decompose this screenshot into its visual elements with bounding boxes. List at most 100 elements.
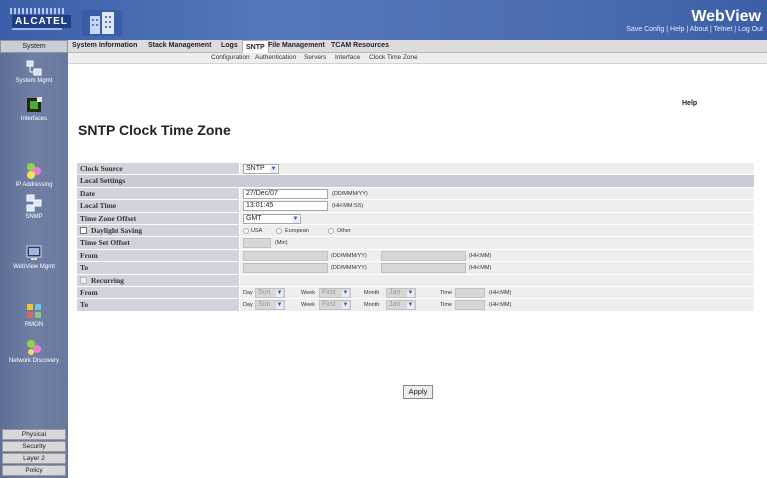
subtab-configuration[interactable]: Configuration [211, 54, 250, 61]
chevron-down-icon: ▼ [407, 289, 414, 297]
rec-to-week-value: First [322, 301, 336, 309]
rec-week-label: Week [301, 302, 315, 309]
help-link[interactable]: Help [682, 100, 697, 107]
rec-to-time-field[interactable] [455, 300, 485, 311]
chevron-down-icon: ▼ [342, 302, 349, 310]
sidebar-layer2[interactable]: Layer 2 [2, 453, 66, 464]
rec-to-day-select[interactable]: Sun ▼ [255, 300, 285, 311]
radio-european-label: European [285, 227, 309, 234]
rec-from-time-field[interactable] [455, 287, 485, 298]
rec-from-month-select[interactable]: Jan ▼ [386, 287, 416, 298]
tab-stack-management[interactable]: Stack Management [148, 42, 211, 49]
chevron-down-icon: ▼ [276, 289, 283, 297]
rec-from-day-value: Sun [258, 288, 271, 296]
save-config-link[interactable]: Save Config [626, 26, 664, 33]
subtab-authentication[interactable]: Authentication [255, 54, 296, 61]
rec-to-month-select[interactable]: Jan ▼ [386, 300, 416, 311]
subtab-interface[interactable]: Interface [335, 54, 360, 61]
tz-offset-select[interactable]: GMT ▼ [243, 213, 301, 224]
tab-file-management[interactable]: File Management [268, 42, 325, 49]
from-date-field[interactable] [243, 250, 328, 261]
local-time-field[interactable]: 13:01:45 [243, 201, 328, 212]
form-row-clock-source: Clock Source SNTP ▼ [77, 163, 754, 176]
form-row-daylight: Daylight Saving USA European Other [77, 224, 754, 238]
sidebar-security[interactable]: Security [2, 441, 66, 452]
subtab-servers[interactable]: Servers [304, 54, 326, 61]
rec-to-week-select[interactable]: First ▼ [319, 300, 351, 311]
sidebar-policy[interactable]: Policy [2, 465, 66, 476]
date-format-hint: (DD/MMM/YY) [332, 190, 368, 197]
rec-from-week-select[interactable]: First ▼ [319, 287, 351, 298]
form-row-to: To (DD/MMM/YY) (HH:MM) [77, 262, 754, 275]
sidebar-item-system-mgmt[interactable]: System Mgmt [0, 60, 68, 84]
from-time-field[interactable] [381, 250, 466, 261]
rec-from-week-value: First [322, 288, 336, 296]
form-row-time-set-offset: Time Set Offset (Min) [77, 237, 754, 250]
tab-sntp[interactable]: SNTP [242, 40, 269, 53]
logout-link[interactable]: Log Out [738, 26, 763, 33]
clock-source-select[interactable]: SNTP ▼ [243, 164, 279, 174]
daylight-checkbox[interactable] [80, 226, 87, 234]
recurring-label-text: Recurring [91, 275, 124, 285]
tab-tcam-resources[interactable]: TCAM Resources [331, 42, 389, 49]
sidebar-physical[interactable]: Physical [2, 429, 66, 440]
time-set-offset-field[interactable] [243, 238, 271, 249]
sidebar-item-webview-mgmt[interactable]: WebView Mgmt [0, 244, 68, 270]
radio-other-label: Other [337, 227, 351, 234]
sidebar-item-label: RMON [24, 322, 44, 328]
sidebar-item-label: SNMP [25, 214, 43, 220]
page-title: SNTP Clock Time Zone [78, 122, 231, 138]
date-label: Date [77, 187, 239, 200]
from-time-format: (HH:MM) [469, 252, 492, 259]
to-time-field[interactable] [381, 263, 466, 274]
sidebar-item-interfaces[interactable]: Interfaces [0, 96, 68, 122]
subtab-clock-time-zone[interactable]: Clock Time Zone [369, 54, 418, 61]
help-link-top[interactable]: Help [670, 26, 684, 33]
rec-week-label: Week [301, 289, 315, 296]
rec-month-label: Month [364, 289, 380, 296]
tz-offset-value: GMT [246, 214, 262, 222]
sidebar-system-tab[interactable]: System [0, 40, 68, 53]
tz-offset-label: Time Zone Offset [77, 212, 239, 224]
form-row-recurring-to: To Day Sun ▼ Week First ▼ Month Jan ▼ Time … [77, 299, 754, 312]
sidebar-item-snmp[interactable]: SNMP [0, 194, 68, 220]
webview-mgmt-icon [26, 245, 42, 260]
rec-from-month-value: Jan [389, 288, 401, 296]
rec-time-format: (HH:MM) [489, 289, 512, 296]
building-icon [82, 10, 122, 36]
radio-usa-label: USA [251, 227, 263, 234]
ip-addressing-icon [27, 163, 41, 179]
sidebar-item-network-discovery[interactable]: Network Discovery [0, 338, 68, 364]
telnet-link[interactable]: Telnet [714, 26, 733, 33]
brand-logo: ALCATEL [8, 8, 71, 30]
network-discovery-icon [27, 340, 41, 355]
rec-from-day-select[interactable]: Sun ▼ [255, 287, 285, 298]
date-field[interactable]: 27/Dec/07 [243, 188, 328, 199]
radio-usa[interactable] [243, 227, 249, 234]
recurring-checkbox[interactable] [80, 276, 87, 284]
sidebar-item-ip-addressing[interactable]: IP Addressing [0, 162, 68, 188]
form-row-date: Date 27/Dec/07 (DD/MMM/YY) [77, 187, 754, 201]
sidebar-item-label: WebView Mgmt [13, 264, 55, 270]
clock-source-value: SNTP [246, 165, 265, 172]
daylight-label: Daylight Saving [77, 224, 239, 237]
sidebar-item-rmon[interactable]: RMON [0, 302, 68, 328]
system-mgmt-icon [26, 60, 42, 76]
rec-time-label: Time [440, 302, 453, 309]
tab-system-information[interactable]: System Information [72, 42, 137, 49]
radio-other[interactable] [328, 227, 334, 234]
tab-logs[interactable]: Logs [221, 42, 238, 49]
about-link[interactable]: About [690, 26, 708, 33]
clock-source-label: Clock Source [77, 163, 239, 175]
interfaces-icon [27, 97, 42, 112]
to-label: To [77, 262, 239, 274]
recurring-label: Recurring [77, 274, 239, 286]
apply-button[interactable]: Apply [403, 385, 433, 399]
sub-nav: Configuration Authentication Servers Int… [68, 53, 767, 64]
from-date-format: (DD/MMM/YY) [331, 252, 367, 259]
rec-to-month-value: Jan [389, 301, 401, 309]
rec-day-label: Day [243, 289, 253, 296]
sidebar-item-label: Interfaces [20, 116, 48, 122]
radio-european[interactable] [276, 227, 282, 234]
to-date-field[interactable] [243, 263, 328, 274]
